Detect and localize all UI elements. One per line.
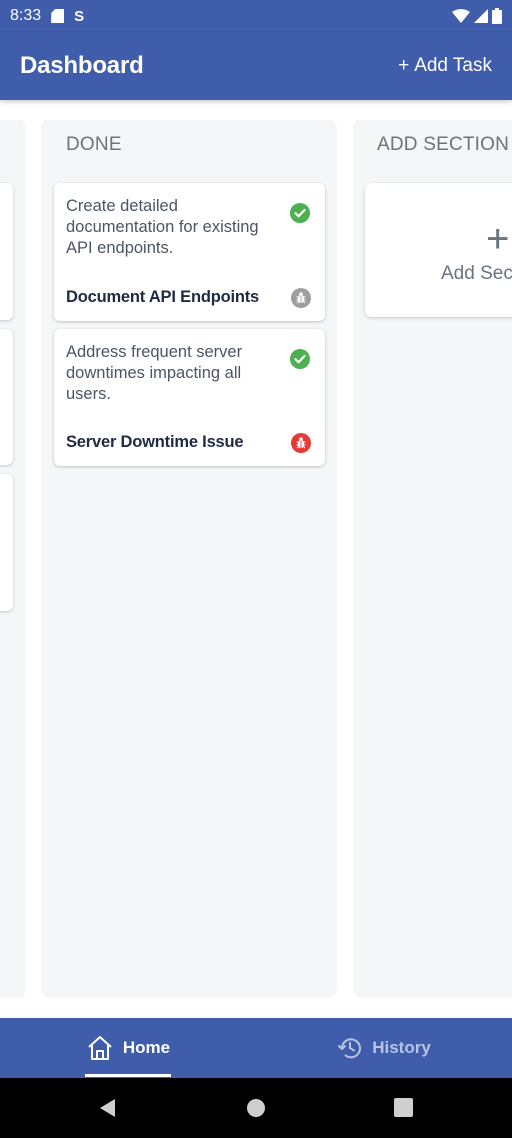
section-column-done: DONE Create detailed documentation for e… (41, 120, 337, 998)
bottom-nav: Home History (0, 1018, 512, 1078)
add-task-label: Add Task (414, 55, 492, 76)
task-card-partial[interactable] (0, 474, 13, 611)
task-card-partial[interactable] (0, 183, 13, 320)
recents-icon[interactable] (394, 1098, 413, 1117)
s-notification-icon: S (74, 7, 85, 25)
active-tab-indicator (85, 1074, 171, 1077)
check-circle-icon (290, 349, 310, 369)
system-nav-bar (0, 1078, 512, 1138)
section-column-partial (0, 120, 26, 998)
wifi-icon (452, 9, 470, 23)
history-icon (337, 1038, 362, 1059)
nav-history[interactable]: History (256, 1018, 512, 1078)
task-description: Create detailed documentation for existi… (66, 197, 259, 257)
add-section-column: ADD SECTION + Add Section (353, 120, 512, 998)
task-title: Document API Endpoints (66, 288, 259, 306)
app-bar: Dashboard + Add Task (0, 32, 512, 100)
status-bar: 8:33 S (0, 0, 512, 32)
plus-icon: + (398, 55, 410, 76)
add-task-button[interactable]: + Add Task (398, 55, 492, 77)
bug-icon (291, 433, 311, 453)
section-header: ADD SECTION (377, 134, 510, 155)
nav-home-label: Home (122, 1038, 171, 1057)
task-card-partial[interactable] (0, 329, 13, 465)
back-icon[interactable] (97, 1098, 117, 1118)
task-card[interactable]: Address frequent server downtimes impact… (54, 329, 325, 466)
task-card[interactable]: Create detailed documentation for existi… (54, 183, 325, 321)
nav-home[interactable]: Home (0, 1018, 256, 1078)
cell-signal-icon (474, 9, 488, 23)
status-time: 8:33 (10, 7, 42, 24)
task-description: Address frequent server downtimes impact… (66, 343, 243, 403)
page-title: Dashboard (20, 52, 144, 79)
check-circle-icon (290, 203, 310, 223)
task-title: Server Downtime Issue (66, 433, 244, 451)
sd-card-icon (51, 9, 65, 23)
nav-history-label: History (372, 1038, 431, 1057)
plus-icon: + (486, 217, 510, 261)
add-section-button[interactable]: + Add Section (365, 183, 512, 317)
section-header: DONE (66, 134, 122, 155)
board[interactable]: DONE Create detailed documentation for e… (0, 100, 512, 1018)
add-section-label: Add Section (441, 263, 512, 284)
battery-icon (492, 8, 502, 24)
bug-icon (291, 288, 311, 308)
home-icon (88, 1036, 112, 1060)
home-circle-icon[interactable] (246, 1098, 266, 1118)
